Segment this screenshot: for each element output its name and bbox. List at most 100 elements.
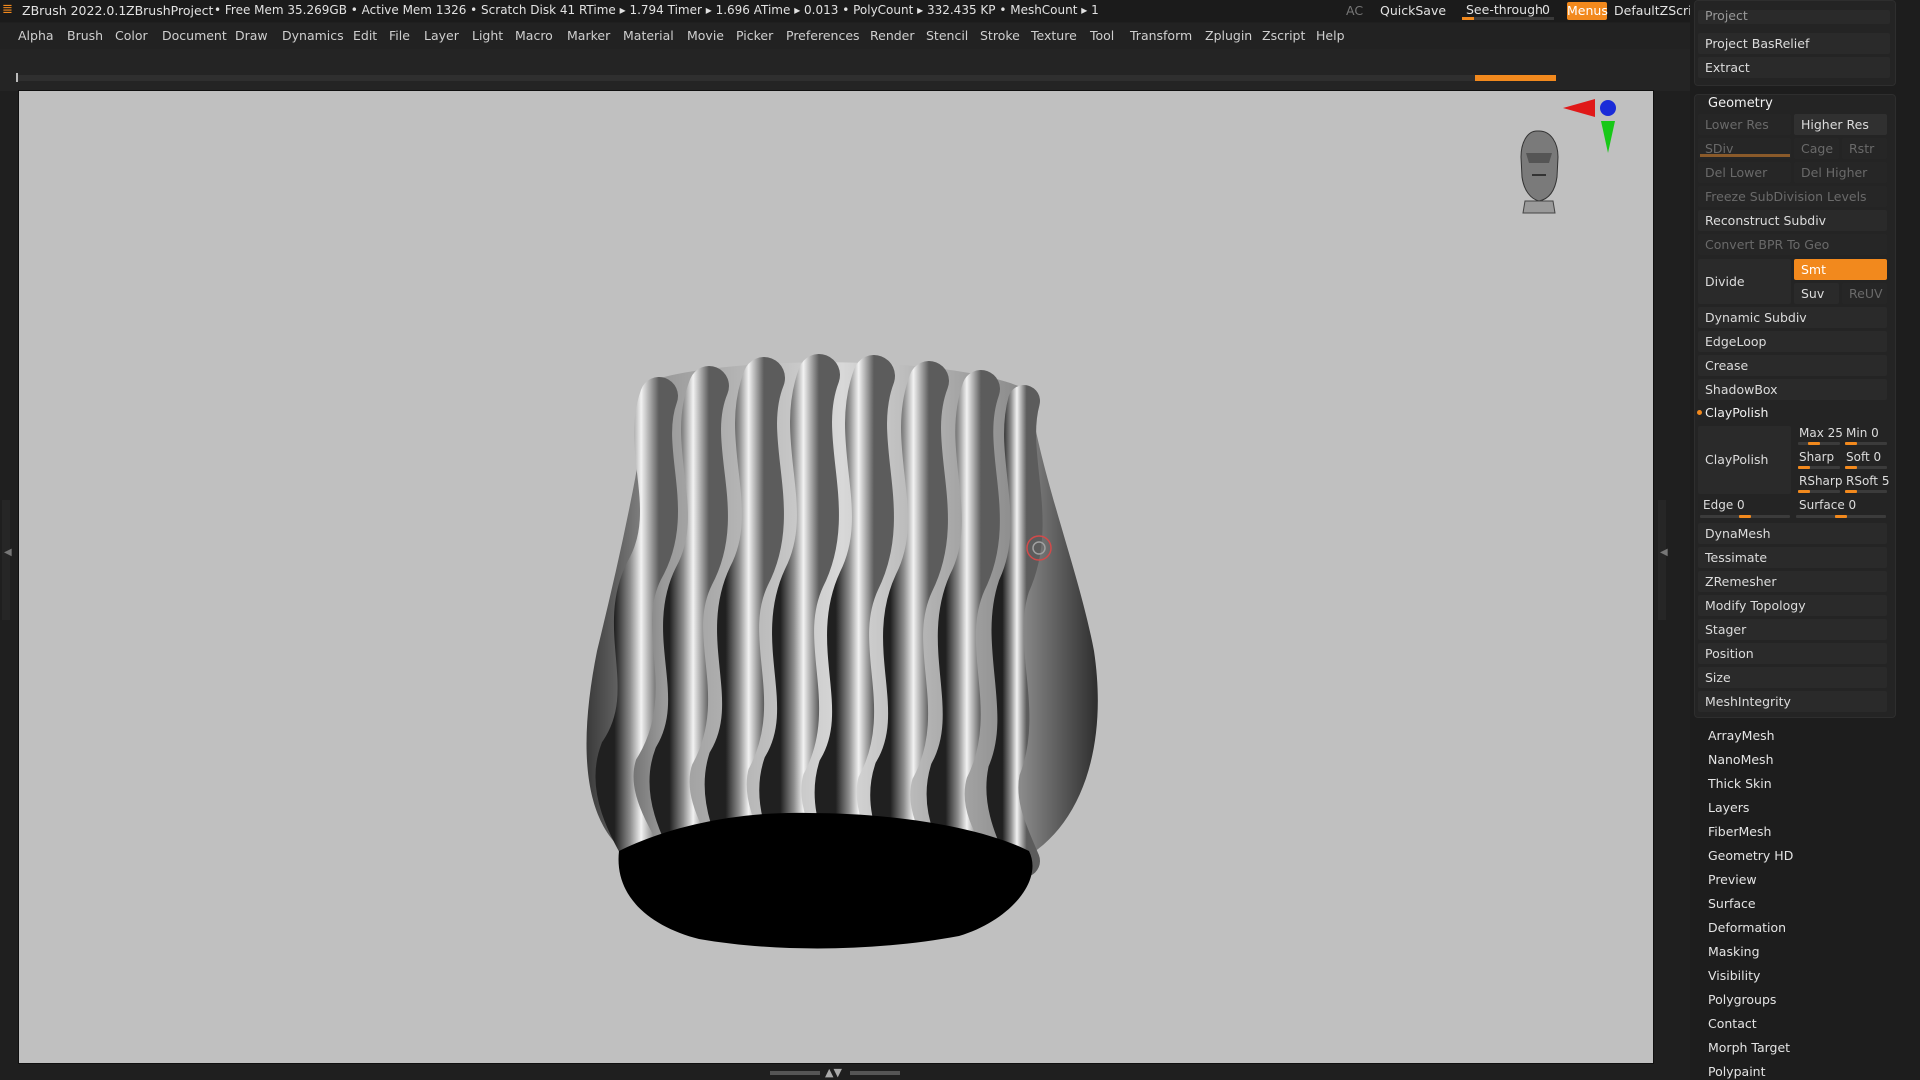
dynamesh-button[interactable]: DynaMesh bbox=[1698, 523, 1887, 544]
right-tray-handle[interactable] bbox=[1658, 500, 1666, 620]
rsharp-slider-knob[interactable] bbox=[1798, 490, 1810, 493]
cage-button[interactable]: Cage bbox=[1794, 138, 1839, 159]
min-slider-knob[interactable] bbox=[1845, 442, 1857, 445]
edge-slider[interactable]: Edge 0 bbox=[1703, 498, 1745, 512]
sharp-slider-knob[interactable] bbox=[1798, 466, 1810, 469]
geometry-title[interactable]: Geometry bbox=[1708, 96, 1773, 111]
menu-dynamics[interactable]: Dynamics bbox=[282, 28, 344, 43]
soft-slider[interactable]: Soft 0 bbox=[1846, 450, 1881, 464]
stager-button[interactable]: Stager bbox=[1698, 619, 1887, 640]
menu-zplugin[interactable]: Zplugin bbox=[1205, 28, 1252, 43]
menu-preferences[interactable]: Preferences bbox=[786, 28, 860, 43]
menu-brush[interactable]: Brush bbox=[67, 28, 103, 43]
shadowbox-button[interactable]: ShadowBox bbox=[1698, 379, 1887, 400]
sculpt-canvas bbox=[586, 99, 1616, 949]
menu-tool[interactable]: Tool bbox=[1090, 28, 1114, 43]
menu-stencil[interactable]: Stencil bbox=[926, 28, 968, 43]
menu-zscript[interactable]: Zscript bbox=[1262, 28, 1305, 43]
crease-button[interactable]: Crease bbox=[1698, 355, 1887, 376]
menu-layer[interactable]: Layer bbox=[424, 28, 459, 43]
menu-movie[interactable]: Movie bbox=[687, 28, 724, 43]
polypaint-section[interactable]: Polypaint bbox=[1708, 1064, 1766, 1079]
polygroups-section[interactable]: Polygroups bbox=[1708, 992, 1776, 1007]
surface-section[interactable]: Surface bbox=[1708, 896, 1756, 911]
bottom-expand-icon[interactable]: ▲▼ bbox=[825, 1066, 842, 1079]
fibermesh-section[interactable]: FiberMesh bbox=[1708, 824, 1771, 839]
menu-texture[interactable]: Texture bbox=[1031, 28, 1077, 43]
visibility-section[interactable]: Visibility bbox=[1708, 968, 1760, 983]
ac-toggle[interactable]: AC bbox=[1346, 3, 1363, 18]
layers-section[interactable]: Layers bbox=[1708, 800, 1749, 815]
bottom-tray-handle[interactable]: ▲▼ bbox=[770, 1066, 900, 1079]
smt-toggle[interactable]: Smt bbox=[1794, 259, 1887, 280]
right-tray-arrow-icon[interactable]: ◀ bbox=[1660, 547, 1668, 558]
menu-render[interactable]: Render bbox=[870, 28, 915, 43]
deformation-section[interactable]: Deformation bbox=[1708, 920, 1786, 935]
max-slider[interactable]: Max 25 bbox=[1799, 426, 1843, 440]
reuv-toggle[interactable]: ReUV bbox=[1842, 283, 1887, 304]
masking-section[interactable]: Masking bbox=[1708, 944, 1760, 959]
left-tray-handle[interactable] bbox=[2, 500, 10, 620]
geometry-hd-section[interactable]: Geometry HD bbox=[1708, 848, 1793, 863]
edgeloop-button[interactable]: EdgeLoop bbox=[1698, 331, 1887, 352]
tessimate-button[interactable]: Tessimate bbox=[1698, 547, 1887, 568]
lower-res-button[interactable]: Lower Res bbox=[1698, 114, 1791, 135]
menu-edit[interactable]: Edit bbox=[353, 28, 377, 43]
extract-button[interactable]: Extract bbox=[1698, 57, 1890, 78]
project-basrelief-button[interactable]: Project BasRelief bbox=[1698, 33, 1890, 54]
arraymesh-section[interactable]: ArrayMesh bbox=[1708, 728, 1775, 743]
claypolish-title[interactable]: ClayPolish bbox=[1705, 405, 1768, 420]
thick-skin-section[interactable]: Thick Skin bbox=[1708, 776, 1772, 791]
divide-button[interactable]: Divide bbox=[1698, 259, 1791, 304]
size-button[interactable]: Size bbox=[1698, 667, 1887, 688]
menu-color[interactable]: Color bbox=[115, 28, 148, 43]
menu-transform[interactable]: Transform bbox=[1130, 28, 1192, 43]
rsoft-slider-knob[interactable] bbox=[1845, 490, 1857, 493]
claypolish-button[interactable]: ClayPolish bbox=[1698, 426, 1791, 494]
rsharp-slider[interactable]: RSharp bbox=[1799, 474, 1842, 488]
contact-section[interactable]: Contact bbox=[1708, 1016, 1757, 1031]
higher-res-button[interactable]: Higher Res bbox=[1794, 114, 1887, 135]
position-button[interactable]: Position bbox=[1698, 643, 1887, 664]
convert-bpr-button[interactable]: Convert BPR To Geo bbox=[1698, 234, 1887, 255]
canvas-viewport[interactable] bbox=[18, 90, 1654, 1064]
del-lower-button[interactable]: Del Lower bbox=[1698, 162, 1791, 183]
min-slider[interactable]: Min 0 bbox=[1846, 426, 1879, 440]
sharp-slider[interactable]: Sharp bbox=[1799, 450, 1834, 464]
menu-picker[interactable]: Picker bbox=[736, 28, 773, 43]
menu-macro[interactable]: Macro bbox=[515, 28, 553, 43]
suv-toggle[interactable]: Suv bbox=[1794, 283, 1839, 304]
menu-draw[interactable]: Draw bbox=[235, 28, 268, 43]
menus-toggle[interactable]: Menus bbox=[1567, 2, 1608, 20]
edge-slider-knob[interactable] bbox=[1739, 515, 1751, 518]
project-button[interactable]: Project bbox=[1698, 10, 1890, 24]
morph-target-section[interactable]: Morph Target bbox=[1708, 1040, 1790, 1055]
dynamic-subdiv-button[interactable]: Dynamic Subdiv bbox=[1698, 307, 1887, 328]
rsoft-slider[interactable]: RSoft 5 bbox=[1846, 474, 1889, 488]
menu-light[interactable]: Light bbox=[472, 28, 503, 43]
preview-section[interactable]: Preview bbox=[1708, 872, 1757, 887]
rstr-button[interactable]: Rstr bbox=[1842, 138, 1887, 159]
see-through-slider[interactable]: See-through 0 bbox=[1458, 0, 1558, 22]
reconstruct-subdiv-button[interactable]: Reconstruct Subdiv bbox=[1698, 210, 1887, 231]
menu-help[interactable]: Help bbox=[1316, 28, 1345, 43]
zremesher-button[interactable]: ZRemesher bbox=[1698, 571, 1887, 592]
surface-slider-knob[interactable] bbox=[1835, 515, 1847, 518]
menu-marker[interactable]: Marker bbox=[567, 28, 610, 43]
navigation-head-gizmo[interactable] bbox=[1520, 99, 1616, 214]
del-higher-button[interactable]: Del Higher bbox=[1794, 162, 1887, 183]
max-slider-knob[interactable] bbox=[1808, 442, 1820, 445]
freeze-subdivision-button[interactable]: Freeze SubDivision Levels bbox=[1698, 186, 1887, 207]
soft-slider-knob[interactable] bbox=[1845, 466, 1857, 469]
menu-document[interactable]: Document bbox=[162, 28, 227, 43]
menu-material[interactable]: Material bbox=[623, 28, 674, 43]
modify-topology-button[interactable]: Modify Topology bbox=[1698, 595, 1887, 616]
menu-file[interactable]: File bbox=[389, 28, 410, 43]
left-tray-arrow-icon[interactable]: ◀ bbox=[4, 547, 12, 558]
menu-stroke[interactable]: Stroke bbox=[980, 28, 1020, 43]
surface-slider[interactable]: Surface 0 bbox=[1799, 498, 1856, 512]
quicksave-button[interactable]: QuickSave bbox=[1380, 3, 1446, 18]
menu-alpha[interactable]: Alpha bbox=[18, 28, 54, 43]
meshintegrity-button[interactable]: MeshIntegrity bbox=[1698, 691, 1887, 712]
nanomesh-section[interactable]: NanoMesh bbox=[1708, 752, 1774, 767]
